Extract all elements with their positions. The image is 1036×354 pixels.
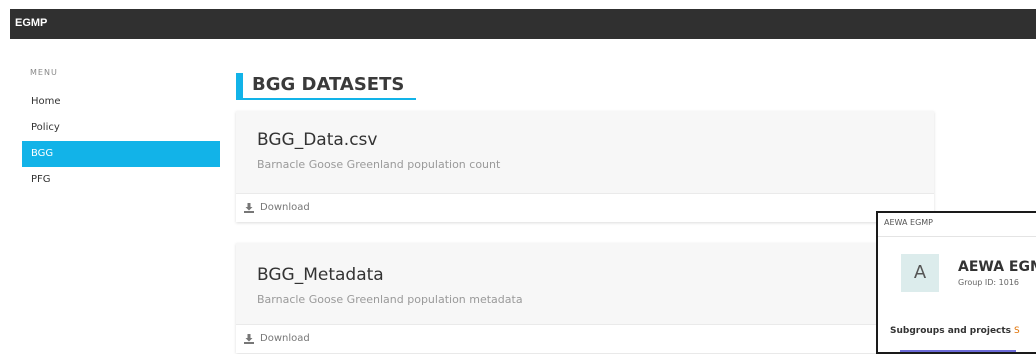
group-name[interactable]: AEWA EGM: [958, 259, 1036, 275]
sidebar-item-pfg[interactable]: PFG: [22, 167, 220, 193]
brand-logo[interactable]: EGMP: [15, 17, 47, 29]
group-avatar: A: [901, 254, 939, 292]
dataset-card: BGG_Metadata Barnacle Goose Greenland po…: [236, 243, 934, 353]
page-title: BGG DATASETS: [236, 72, 416, 100]
dataset-description: Barnacle Goose Greenland population meta…: [257, 293, 523, 306]
dataset-title: BGG_Data.csv: [257, 130, 378, 150]
top-nav-bar: EGMP: [10, 9, 1036, 39]
sidebar-item-bgg[interactable]: BGG: [22, 141, 220, 167]
sidebar-menu: MENU Home Policy BGG PFG: [22, 68, 220, 193]
page-title-text: BGG DATASETS: [252, 74, 405, 95]
download-link[interactable]: Download: [244, 333, 310, 344]
sidebar-item-policy[interactable]: Policy: [22, 115, 220, 141]
download-icon: [244, 333, 254, 344]
download-icon: [244, 202, 254, 213]
download-label: Download: [260, 333, 310, 344]
tab-next[interactable]: S: [1014, 326, 1020, 336]
group-popup-window: AEWA EGMP A AEWA EGM Group ID: 1016 Subg…: [876, 211, 1036, 354]
download-link[interactable]: Download: [244, 202, 310, 213]
dataset-card: BGG_Data.csv Barnacle Goose Greenland po…: [236, 111, 934, 222]
popup-divider: [878, 236, 1036, 237]
group-id: Group ID: 1016: [958, 278, 1020, 287]
dataset-card-footer: Download: [236, 193, 934, 222]
dataset-card-footer: Download: [236, 324, 934, 353]
sidebar-item-home[interactable]: Home: [22, 89, 220, 115]
tab-subgroups-and-projects[interactable]: Subgroups and projects: [890, 326, 1011, 336]
dataset-title: BGG_Metadata: [257, 265, 384, 285]
menu-label: MENU: [30, 68, 58, 77]
download-label: Download: [260, 202, 310, 213]
popup-title: AEWA EGMP: [884, 218, 933, 227]
dataset-description: Barnacle Goose Greenland population coun…: [257, 158, 501, 171]
title-accent-bar: [236, 73, 243, 98]
